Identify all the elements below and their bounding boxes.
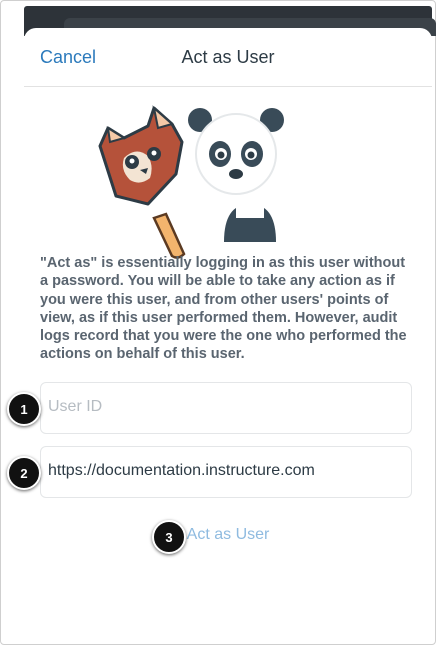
page-title: Act as User	[181, 47, 275, 67]
domain-field	[40, 446, 412, 498]
step-marker-3: 3	[152, 520, 186, 554]
user-id-input[interactable]	[48, 383, 398, 431]
red-panda-popsicle-icon	[98, 105, 186, 259]
act-as-user-button[interactable]: Act as User	[24, 526, 432, 544]
act-as-illustration	[98, 105, 284, 259]
act-as-user-sheet: Cancel Act as User "Act as" is essential…	[24, 28, 432, 638]
sheet-header: Cancel Act as User	[24, 28, 432, 87]
user-id-field	[40, 382, 412, 434]
panda-icon	[188, 108, 284, 242]
step-marker-2: 2	[7, 456, 41, 490]
step-marker-1: 1	[7, 392, 41, 426]
domain-input[interactable]	[48, 447, 398, 495]
act-as-description: "Act as" is essentially logging in as th…	[40, 255, 407, 363]
